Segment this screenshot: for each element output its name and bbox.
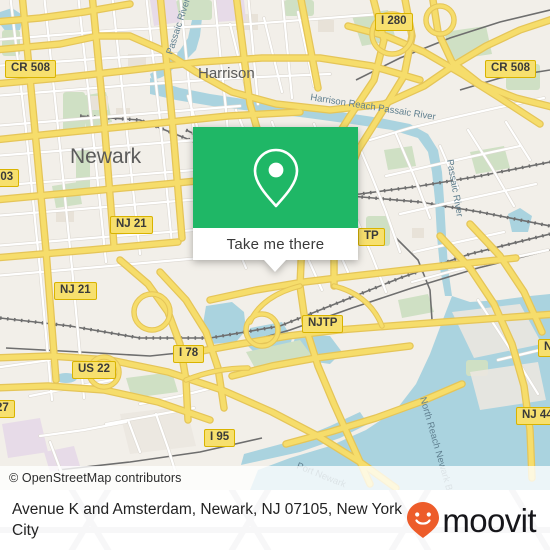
road-shield: NJTP <box>302 315 344 333</box>
footer-bar: Avenue K and Amsterdam, Newark, NJ 07105… <box>0 490 550 550</box>
road-shield: NJ 21 <box>54 282 97 300</box>
road-shield: I 78 <box>173 345 205 363</box>
osm-attribution-bar: © OpenStreetMap contributors <box>0 466 550 490</box>
road-shield: 27 <box>0 400 15 418</box>
road-shield: I 280 <box>375 13 413 31</box>
road-shield: TP <box>358 228 385 246</box>
map-pin-icon <box>253 148 298 207</box>
road-shield: US 22 <box>72 361 116 379</box>
road-shield: 603 <box>0 169 20 187</box>
callout-pointer <box>264 260 286 272</box>
moovit-wordmark: moovit <box>442 501 536 539</box>
road-shield: I 95 <box>204 429 236 447</box>
moovit-location-card: .land { fill:#f2efe9; } .water { fill:#a… <box>0 0 550 550</box>
osm-attribution-text[interactable]: © OpenStreetMap contributors <box>9 471 182 485</box>
road-shield: N <box>538 339 550 357</box>
road-shield: CR 508 <box>5 60 56 78</box>
road-shield: NJ 21 <box>110 216 153 234</box>
callout-header <box>193 127 358 228</box>
callout-action[interactable]: Take me there <box>193 228 358 260</box>
road-shield: NJ 44 <box>516 407 550 425</box>
moovit-pin-icon <box>407 502 440 538</box>
take-me-there-label: Take me there <box>226 235 325 253</box>
road-shield: CR 508 <box>485 60 536 78</box>
location-callout[interactable]: Take me there <box>193 127 358 272</box>
address-text: Avenue K and Amsterdam, Newark, NJ 07105… <box>12 501 403 539</box>
moovit-logo[interactable]: moovit <box>406 501 537 539</box>
